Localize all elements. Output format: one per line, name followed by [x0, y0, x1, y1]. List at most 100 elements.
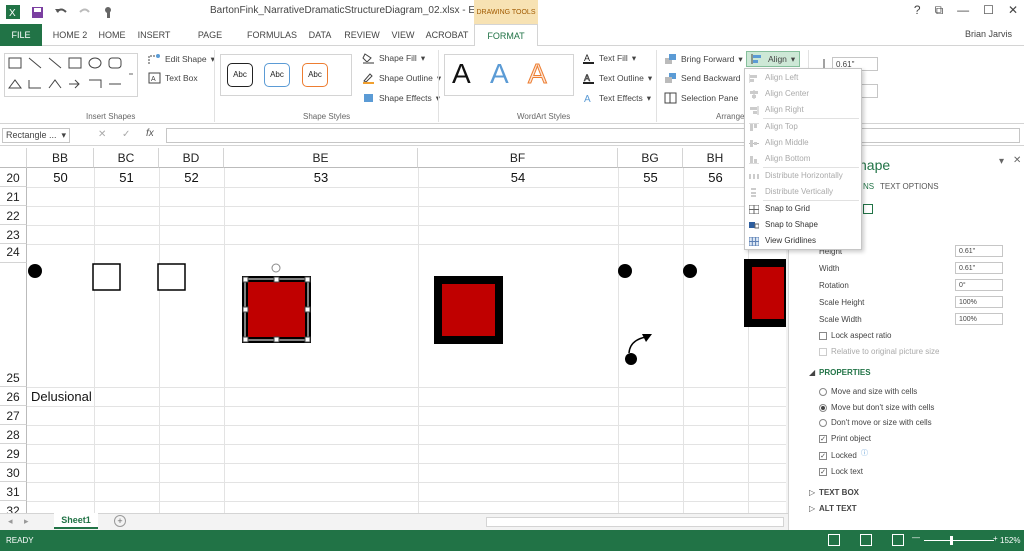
- page-layout-view-icon[interactable]: [860, 534, 872, 546]
- worksheet-grid[interactable]: BB BC BD BE BF BG BH 20 21 22 23 24 25 2…: [0, 148, 786, 513]
- zoom-slider-thumb[interactable]: [950, 536, 953, 545]
- normal-view-icon[interactable]: [828, 534, 840, 546]
- locked-checkbox[interactable]: ✓: [819, 452, 827, 460]
- red-square-shape[interactable]: [434, 276, 503, 344]
- help-button[interactable]: ?: [914, 3, 921, 18]
- width-input[interactable]: 0.61": [955, 262, 1003, 274]
- tab-view[interactable]: VIEW: [388, 24, 418, 46]
- shape-fill-button[interactable]: Shape Fill ▾: [362, 52, 425, 64]
- save-icon[interactable]: [28, 3, 46, 21]
- circle-shape[interactable]: [625, 353, 637, 365]
- dont-move-radio[interactable]: [819, 419, 827, 427]
- text-fill-button[interactable]: A Text Fill ▾: [582, 52, 636, 64]
- circle-shape[interactable]: [618, 264, 632, 278]
- minimize-button[interactable]: —: [957, 3, 969, 18]
- size-properties-icon[interactable]: [863, 204, 873, 214]
- pane-close-icon[interactable]: ✕: [1013, 155, 1021, 166]
- alt-text-section[interactable]: ALT TEXT: [819, 504, 857, 513]
- square-shape[interactable]: [157, 263, 186, 291]
- menu-item-snap-to-shape[interactable]: Snap to Shape: [745, 217, 861, 232]
- formula-input[interactable]: [166, 128, 1020, 143]
- resize-handle[interactable]: [304, 336, 311, 343]
- selection-pane-button[interactable]: Selection Pane: [664, 92, 738, 104]
- ribbon-display-button[interactable]: ⧉: [935, 3, 944, 18]
- tab-home[interactable]: HOME: [95, 24, 129, 46]
- lock-aspect-checkbox[interactable]: [819, 332, 827, 340]
- pane-options-icon[interactable]: ▾: [999, 156, 1004, 167]
- close-button[interactable]: ✕: [1008, 3, 1018, 18]
- square-shape[interactable]: [92, 263, 121, 291]
- shape-style-preset-3[interactable]: Abc: [302, 63, 328, 87]
- resize-handle[interactable]: [304, 306, 311, 313]
- curved-arrow-shape[interactable]: [628, 336, 647, 354]
- info-icon[interactable]: ⓘ: [861, 448, 868, 458]
- menu-item-view-gridlines[interactable]: View Gridlines: [745, 233, 861, 248]
- zoom-out-button[interactable]: —: [912, 533, 920, 542]
- sheet-tab-sheet1[interactable]: Sheet1: [54, 513, 98, 529]
- cancel-entry-button[interactable]: ✕: [98, 129, 106, 140]
- tab-formulas[interactable]: FORMULAS: [247, 24, 297, 46]
- wordart-style-1[interactable]: A: [452, 58, 471, 90]
- add-sheet-button[interactable]: +: [114, 515, 126, 527]
- red-square-shape[interactable]: [744, 259, 786, 327]
- zoom-level[interactable]: 152%: [1000, 536, 1020, 545]
- tab-insert[interactable]: INSERT: [135, 24, 173, 46]
- circle-shape[interactable]: [683, 264, 697, 278]
- text-box-button[interactable]: A Text Box: [148, 72, 198, 84]
- resize-handle[interactable]: [304, 276, 311, 283]
- tab-text-options[interactable]: TEXT OPTIONS: [880, 182, 939, 191]
- user-name[interactable]: Brian Jarvis: [965, 29, 1012, 39]
- wordart-style-2[interactable]: A: [490, 58, 509, 90]
- scroll-left-icon[interactable]: ◂: [8, 516, 13, 527]
- resize-handle[interactable]: [242, 336, 249, 343]
- print-object-checkbox[interactable]: ✓: [819, 435, 827, 443]
- zoom-in-button[interactable]: +: [993, 534, 998, 543]
- tab-format[interactable]: FORMAT: [474, 24, 538, 47]
- horizontal-scrollbar[interactable]: [486, 517, 784, 527]
- insert-function-button[interactable]: fx: [146, 128, 154, 139]
- shapes-gallery[interactable]: [4, 53, 138, 97]
- scroll-right-icon[interactable]: ▸: [24, 516, 29, 527]
- resize-handle[interactable]: [242, 306, 249, 313]
- rotate-handle-icon[interactable]: [271, 263, 281, 273]
- wordart-style-3[interactable]: A: [528, 58, 548, 90]
- text-outline-button[interactable]: A Text Outline ▾: [582, 72, 652, 84]
- scale-width-input[interactable]: 100%: [955, 313, 1003, 325]
- height-input[interactable]: 0.61": [955, 245, 1003, 257]
- resize-handle[interactable]: [242, 276, 249, 283]
- send-backward-button[interactable]: Send Backward ▾: [664, 72, 749, 84]
- align-button[interactable]: Align ▾: [746, 51, 801, 67]
- tab-data[interactable]: DATA: [304, 24, 336, 46]
- tab-acrobat[interactable]: ACROBAT: [424, 24, 470, 46]
- move-size-radio[interactable]: [819, 388, 827, 396]
- tab-page-layout[interactable]: PAGE LAYOUT: [180, 24, 240, 62]
- shape-effects-button[interactable]: Shape Effects▾: [362, 92, 440, 104]
- lock-text-checkbox[interactable]: ✓: [819, 468, 827, 476]
- shape-style-preset-2[interactable]: Abc: [264, 63, 290, 87]
- undo-icon[interactable]: [52, 3, 70, 21]
- tab-review[interactable]: REVIEW: [342, 24, 382, 46]
- redo-icon[interactable]: [76, 3, 94, 21]
- properties-header[interactable]: PROPERTIES: [819, 368, 871, 377]
- tab-shape-options[interactable]: NS: [863, 182, 874, 191]
- name-box[interactable]: Rectangle ... ▾: [2, 128, 70, 143]
- expand-icon[interactable]: ▷: [809, 488, 815, 497]
- circle-shape[interactable]: [28, 264, 42, 278]
- collapse-icon[interactable]: ◢: [809, 368, 815, 377]
- menu-item-snap-to-grid[interactable]: Snap to Grid: [745, 201, 861, 216]
- move-dont-size-radio[interactable]: [819, 404, 827, 412]
- maximize-button[interactable]: ☐: [983, 3, 994, 18]
- zoom-slider[interactable]: [924, 540, 994, 541]
- bring-forward-button[interactable]: Bring Forward ▾: [664, 53, 743, 65]
- text-box-section[interactable]: TEXT BOX: [819, 488, 859, 497]
- touch-mode-icon[interactable]: [100, 3, 118, 21]
- shape-outline-button[interactable]: Shape Outline ▾: [362, 72, 441, 84]
- selected-red-square-shape[interactable]: [242, 276, 311, 343]
- page-break-view-icon[interactable]: [892, 534, 904, 546]
- tab-home-2[interactable]: HOME 2: [48, 24, 92, 46]
- edit-shape-button[interactable]: Edit Shape ▾: [148, 53, 215, 65]
- shape-style-preset-1[interactable]: Abc: [227, 63, 253, 87]
- resize-handle[interactable]: [273, 276, 280, 283]
- text-effects-button[interactable]: A Text Effects ▾: [582, 92, 651, 106]
- rotation-input[interactable]: 0°: [955, 279, 1003, 291]
